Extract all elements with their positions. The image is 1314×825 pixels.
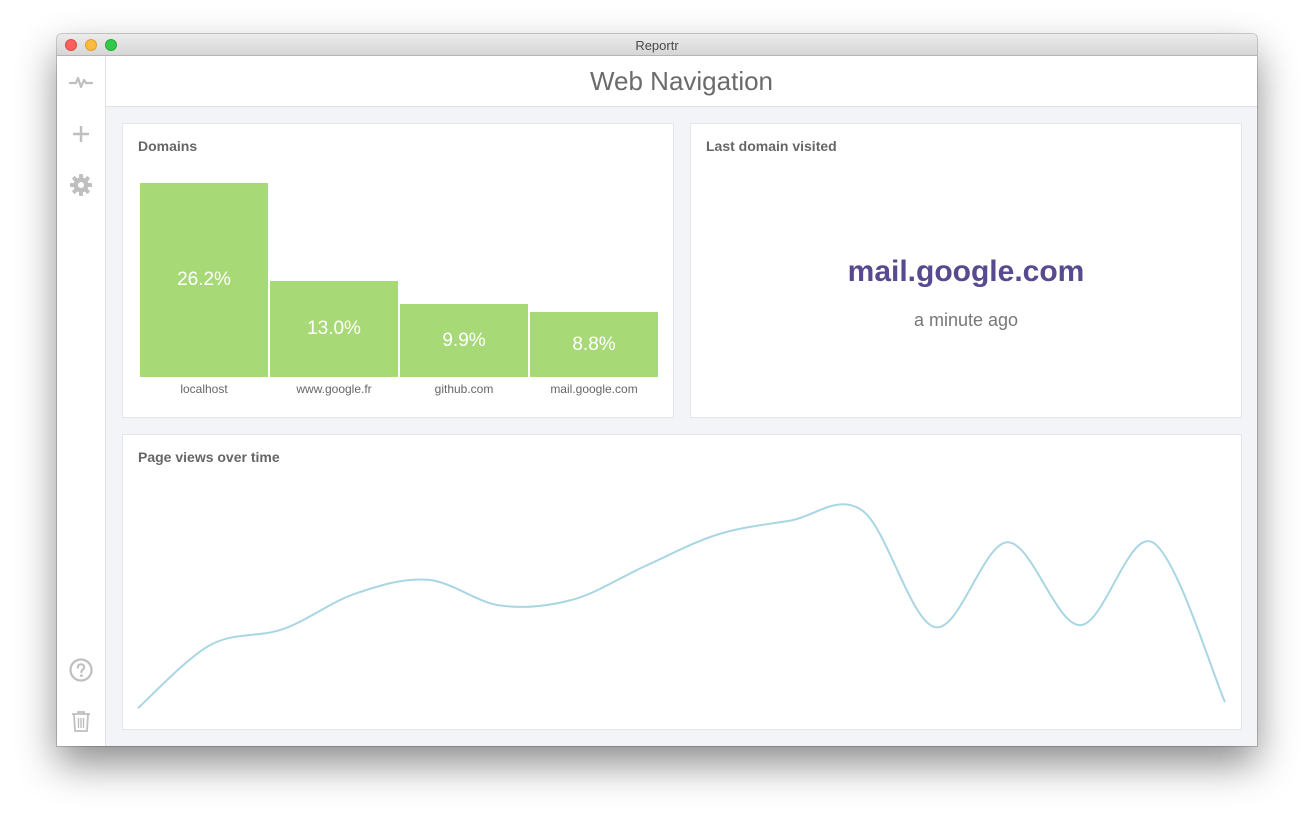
bar-category-label: github.com bbox=[434, 382, 494, 396]
domain-bar[interactable]: 9.9% bbox=[400, 304, 528, 377]
page-views-line-chart bbox=[137, 503, 1226, 709]
bar-value-label: 9.9% bbox=[442, 329, 486, 351]
bar-value-label: 8.8% bbox=[572, 333, 616, 355]
page-title: Web Navigation bbox=[589, 66, 774, 96]
trash-icon[interactable] bbox=[69, 709, 93, 733]
bar-category-label: localhost bbox=[180, 382, 228, 396]
title-bar: Reportr bbox=[57, 34, 1257, 56]
app-window: Reportr Web Navigation Domains 26.2% loc… bbox=[57, 34, 1257, 746]
last-domain-card: Last domain visited mail.google.com a mi… bbox=[690, 123, 1242, 418]
last-domain-card-title: Last domain visited bbox=[706, 138, 837, 154]
domains-card: Domains 26.2% localhost 13.0% www.google.fr… bbox=[122, 123, 674, 418]
page-views-series-line bbox=[137, 503, 1226, 709]
help-icon[interactable] bbox=[69, 658, 93, 682]
sidebar bbox=[57, 56, 106, 746]
bar-value-label: 26.2% bbox=[177, 269, 231, 290]
activity-icon[interactable] bbox=[69, 70, 93, 94]
window-title: Reportr bbox=[635, 38, 679, 53]
domain-bar[interactable]: 13.0% bbox=[270, 281, 398, 377]
page-views-card: Page views over time bbox=[122, 434, 1242, 730]
page-header: Web Navigation bbox=[106, 56, 1257, 107]
domain-bar[interactable]: 8.8% bbox=[530, 312, 658, 377]
gear-icon[interactable] bbox=[69, 173, 93, 197]
add-icon[interactable] bbox=[69, 122, 93, 146]
bar-category-label: www.google.fr bbox=[296, 382, 372, 396]
last-domain-time: a minute ago bbox=[913, 310, 1019, 330]
domains-card-title: Domains bbox=[138, 138, 198, 154]
bar-category-label: mail.google.com bbox=[550, 382, 638, 396]
bar-value-label: 13.0% bbox=[307, 318, 361, 339]
last-domain-value: mail.google.com bbox=[847, 255, 1085, 288]
domain-bar[interactable]: 26.2% bbox=[140, 183, 268, 377]
